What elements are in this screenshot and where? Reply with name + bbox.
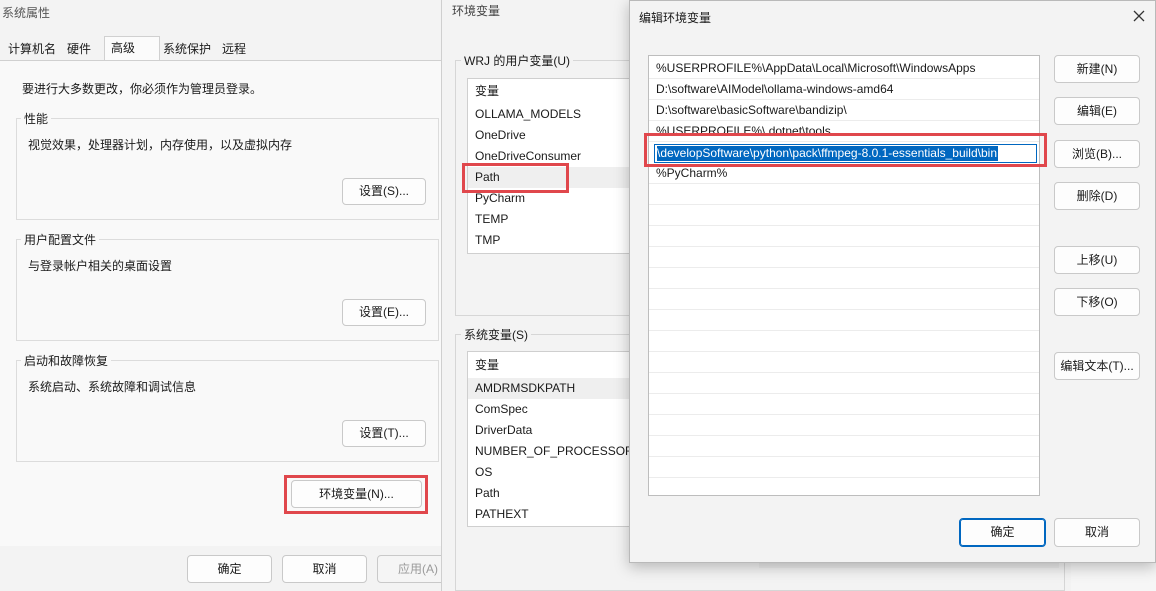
user-profile-label: 用户配置文件 xyxy=(21,231,100,248)
empty-entry-row[interactable] xyxy=(649,331,1039,352)
path-entry-row[interactable]: D:\software\basicSoftware\bandizip\ xyxy=(649,100,1039,121)
startup-settings-button[interactable]: 设置(T)... xyxy=(342,420,426,447)
new-button[interactable]: 新建(N) xyxy=(1054,55,1140,83)
user-profile-settings-button[interactable]: 设置(E)... xyxy=(342,299,426,326)
admin-note: 要进行大多数更改，你必须作为管理员登录。 xyxy=(22,82,263,96)
empty-entry-row[interactable] xyxy=(649,226,1039,247)
empty-entry-row[interactable] xyxy=(649,205,1039,226)
performance-label: 性能 xyxy=(21,110,52,127)
system-vars-label: 系统变量(S) xyxy=(461,326,531,343)
tab-hardware[interactable]: 硬件 xyxy=(61,38,97,60)
startup-label: 启动和故障恢复 xyxy=(21,352,112,369)
startup-desc: 系统启动、系统故障和调试信息 xyxy=(28,380,197,394)
window-title: 系统属性 xyxy=(2,6,51,20)
empty-entry-row[interactable] xyxy=(649,289,1039,310)
empty-entry-row[interactable] xyxy=(649,394,1039,415)
empty-entry-row[interactable] xyxy=(649,373,1039,394)
empty-entry-row[interactable] xyxy=(649,436,1039,457)
empty-entry-row[interactable] xyxy=(649,184,1039,205)
tab-advanced[interactable]: 高级 xyxy=(104,36,160,61)
move-down-button[interactable]: 下移(O) xyxy=(1054,288,1140,316)
empty-entry-row[interactable] xyxy=(649,247,1039,268)
ok-button[interactable]: 确定 xyxy=(187,555,272,583)
path-entry-row[interactable]: %USERPROFILE%\AppData\Local\Microsoft\Wi… xyxy=(649,58,1039,79)
edit-ok-button[interactable]: 确定 xyxy=(959,518,1046,547)
highlight-user-path xyxy=(462,163,569,193)
edit-text-button[interactable]: 编辑文本(T)... xyxy=(1054,352,1140,380)
empty-entry-row[interactable] xyxy=(649,352,1039,373)
path-entries-list[interactable]: %USERPROFILE%\AppData\Local\Microsoft\Wi… xyxy=(648,55,1040,496)
user-profile-desc: 与登录帐户相关的桌面设置 xyxy=(28,259,173,273)
env-window-title: 环境变量 xyxy=(452,4,501,18)
delete-button[interactable]: 删除(D) xyxy=(1054,182,1140,210)
highlight-env-button xyxy=(284,475,428,514)
empty-entry-row[interactable] xyxy=(649,457,1039,478)
user-vars-label: WRJ 的用户变量(U) xyxy=(461,52,573,69)
close-icon[interactable] xyxy=(1130,7,1148,25)
performance-desc: 视觉效果，处理器计划，内存使用，以及虚拟内存 xyxy=(28,138,293,152)
browse-button[interactable]: 浏览(B)... xyxy=(1054,140,1140,168)
performance-settings-button[interactable]: 设置(S)... xyxy=(342,178,426,205)
move-up-button[interactable]: 上移(U) xyxy=(1054,246,1140,274)
edit-environment-variable-dialog: 编辑环境变量 %USERPROFILE%\AppData\Local\Micro… xyxy=(629,0,1156,563)
edit-button[interactable]: 编辑(E) xyxy=(1054,97,1140,125)
edit-dialog-title: 编辑环境变量 xyxy=(639,11,712,25)
empty-entry-row[interactable] xyxy=(649,268,1039,289)
path-entry-row[interactable]: D:\software\AIModel\ollama-windows-amd64 xyxy=(649,79,1039,100)
system-properties-window: 系统属性 计算机名 硬件 高级 系统保护 远程 要进行大多数更改，你必须作为管理… xyxy=(0,0,452,591)
edit-cancel-button[interactable]: 取消 xyxy=(1054,518,1140,547)
highlight-selected-entry xyxy=(644,133,1047,167)
empty-entry-row[interactable] xyxy=(649,415,1039,436)
tab-system-protection[interactable]: 系统保护 xyxy=(157,38,217,60)
empty-entry-row[interactable] xyxy=(649,310,1039,331)
cancel-button[interactable]: 取消 xyxy=(282,555,367,583)
tab-computer-name[interactable]: 计算机名 xyxy=(2,38,62,60)
tab-remote[interactable]: 远程 xyxy=(216,38,252,60)
empty-entry-row[interactable] xyxy=(649,478,1039,495)
